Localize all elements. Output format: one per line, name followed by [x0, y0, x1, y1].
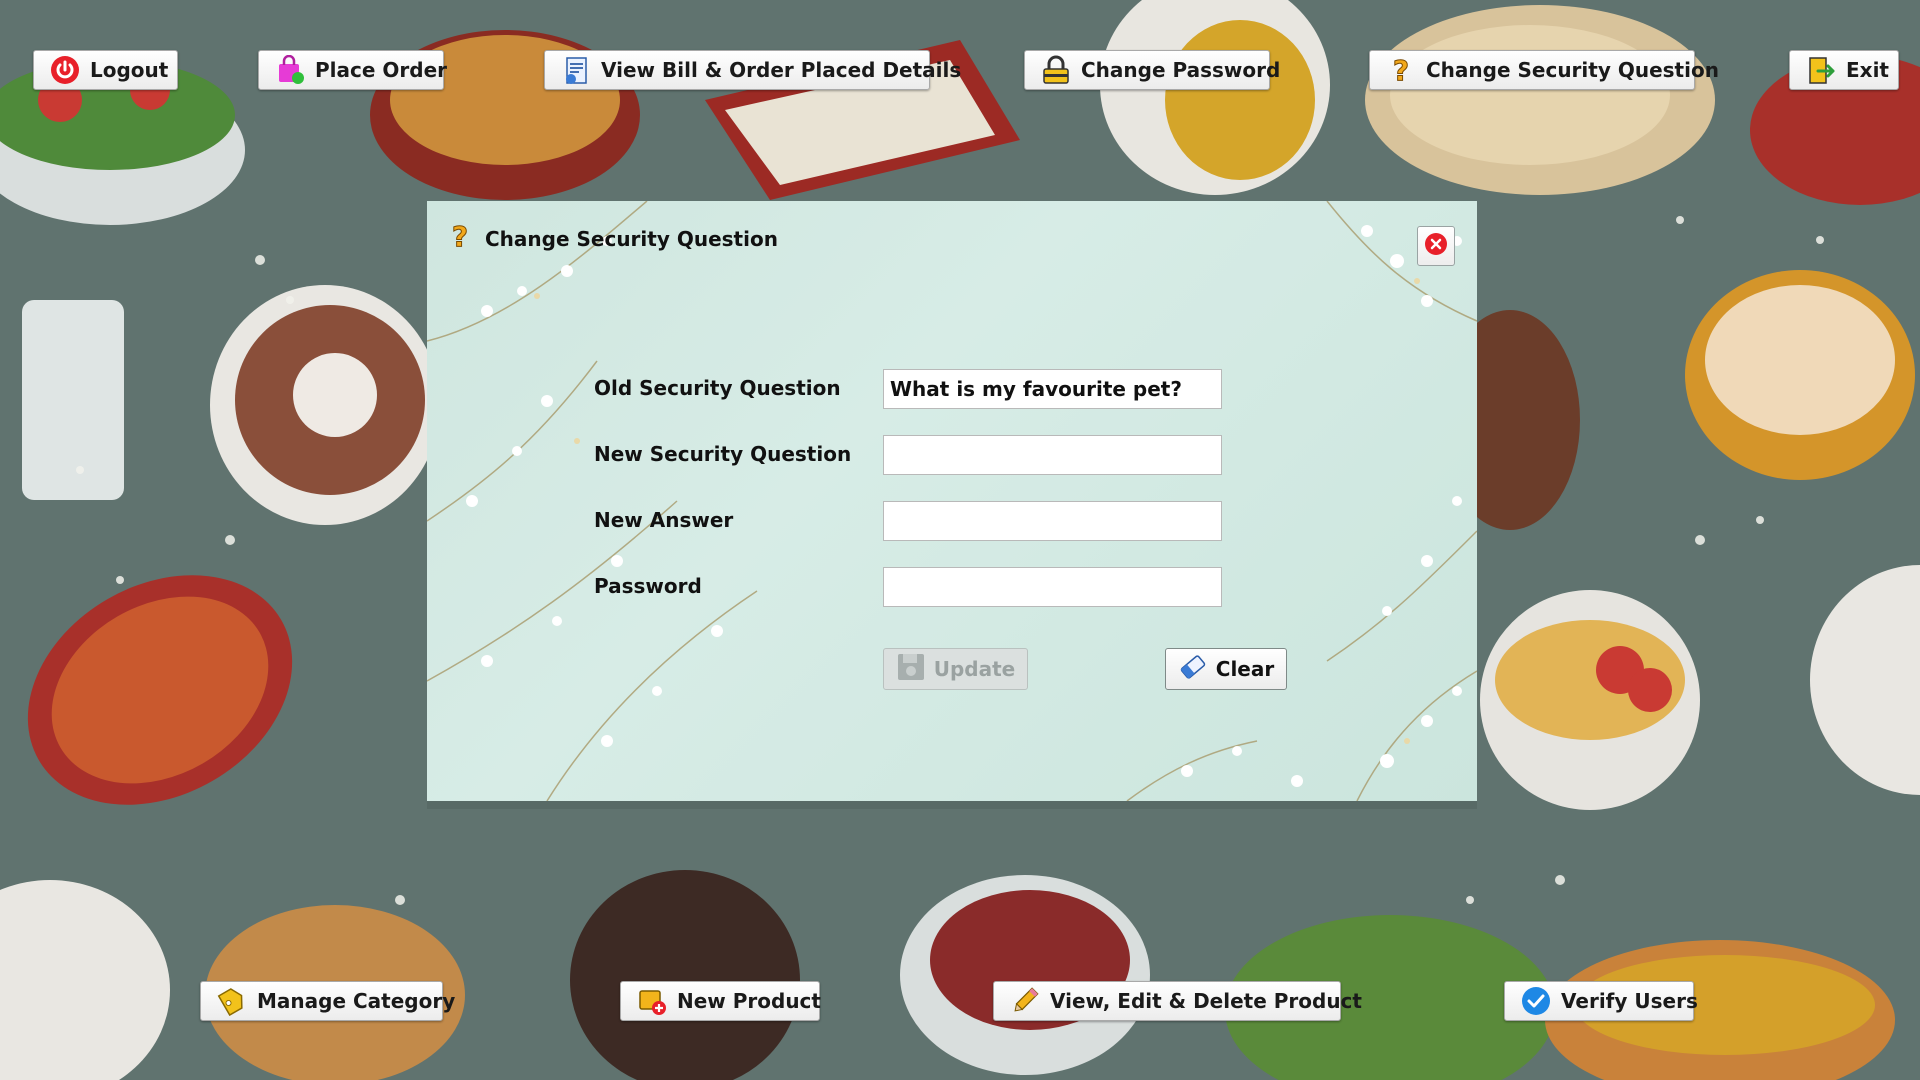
view-edit-delete-product-label: View, Edit & Delete Product — [1050, 989, 1362, 1013]
exit-label: Exit — [1846, 58, 1889, 82]
tag-icon — [217, 986, 247, 1016]
clear-button[interactable]: Clear — [1165, 648, 1287, 690]
eraser-icon — [1178, 652, 1208, 687]
update-button[interactable]: Update — [883, 648, 1028, 690]
place-order-button[interactable]: Place Order — [258, 50, 448, 90]
new-product-label: New Product — [677, 989, 821, 1013]
dialog-title: ? Change Security Question — [447, 220, 778, 256]
view-bill-label: View Bill & Order Placed Details — [601, 58, 962, 82]
view-bill-button[interactable]: View Bill & Order Placed Details — [544, 50, 961, 90]
new-security-question-label: New Security Question — [594, 442, 852, 466]
update-label: Update — [933, 657, 1016, 681]
svg-text:?: ? — [1393, 55, 1409, 85]
svg-text:?: ? — [452, 221, 468, 251]
old-security-question-label: Old Security Question — [594, 376, 841, 400]
clear-label: Clear — [1215, 657, 1275, 681]
change-password-button[interactable]: Change Password — [1024, 50, 1280, 90]
new-security-question-field[interactable] — [883, 435, 1222, 475]
view-edit-delete-product-button[interactable]: View, Edit & Delete Product — [993, 981, 1362, 1021]
question-mark-icon: ? — [1386, 55, 1416, 85]
old-security-question-field[interactable] — [883, 369, 1222, 409]
change-security-question-button[interactable]: ? Change Security Question — [1369, 50, 1719, 90]
dialog-title-text: Change Security Question — [485, 226, 778, 251]
place-order-label: Place Order — [315, 58, 448, 82]
new-product-button[interactable]: New Product — [620, 981, 821, 1021]
close-button[interactable] — [1417, 226, 1455, 266]
new-answer-field[interactable] — [883, 501, 1222, 541]
floppy-disk-icon — [896, 652, 926, 687]
bill-icon — [561, 55, 591, 85]
power-icon — [50, 55, 80, 85]
lock-icon — [1041, 55, 1071, 85]
new-answer-label: New Answer — [594, 508, 734, 532]
logout-label: Logout — [90, 58, 169, 82]
exit-button[interactable]: Exit — [1789, 50, 1899, 90]
change-security-question-label: Change Security Question — [1426, 58, 1719, 82]
new-product-icon — [637, 986, 667, 1016]
manage-category-label: Manage Category — [257, 989, 456, 1013]
logout-button[interactable]: Logout — [33, 50, 178, 90]
verify-users-button[interactable]: Verify Users — [1504, 981, 1698, 1021]
checkmark-icon — [1521, 986, 1551, 1016]
change-password-label: Change Password — [1081, 58, 1281, 82]
close-icon — [1424, 232, 1448, 261]
shopping-bag-icon — [275, 55, 305, 85]
exit-door-icon — [1806, 55, 1836, 85]
question-mark-icon: ? — [447, 220, 473, 256]
pencil-icon — [1010, 986, 1040, 1016]
change-security-question-dialog: ? Change Security Question Old Security … — [427, 201, 1477, 801]
password-field[interactable] — [883, 567, 1222, 607]
verify-users-label: Verify Users — [1561, 989, 1698, 1013]
manage-category-button[interactable]: Manage Category — [200, 981, 455, 1021]
password-label: Password — [594, 574, 702, 598]
